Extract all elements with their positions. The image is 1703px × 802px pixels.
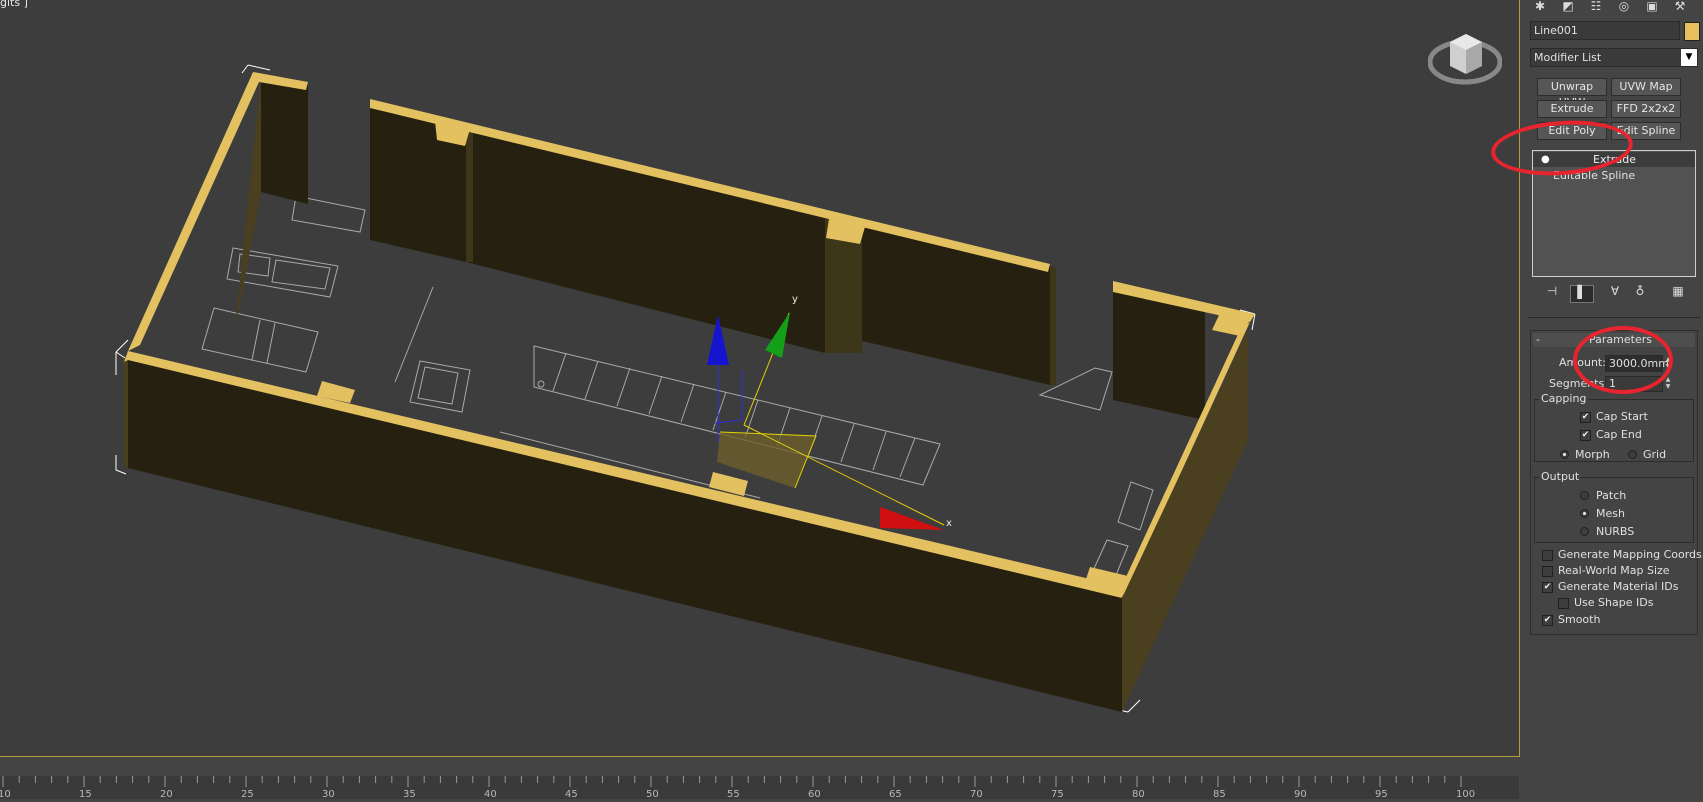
smooth-label: Smooth bbox=[1558, 613, 1601, 626]
ruler-label: 40 bbox=[484, 789, 497, 799]
ruler-label: 25 bbox=[241, 789, 254, 799]
generate-material-ids-checkbox[interactable]: ✔ bbox=[1542, 582, 1553, 593]
use-shape-ids-checkbox[interactable] bbox=[1558, 598, 1569, 609]
utilities-icon[interactable]: ⚒ bbox=[1669, 0, 1691, 14]
object-name-field[interactable]: Line001 bbox=[1530, 21, 1680, 40]
generate-mapping-coords-label: Generate Mapping Coords. bbox=[1558, 548, 1703, 561]
modifier-button-uvw-map[interactable]: UVW Map bbox=[1611, 78, 1681, 96]
patch-radio[interactable] bbox=[1580, 491, 1589, 500]
ruler-label: 50 bbox=[646, 789, 659, 799]
rollout-toggle[interactable]: - bbox=[1536, 333, 1540, 346]
morph-radio[interactable] bbox=[1560, 450, 1569, 459]
grid-radio[interactable] bbox=[1628, 450, 1637, 459]
ruler-label: 30 bbox=[322, 789, 335, 799]
chevron-down-icon: ▼ bbox=[1681, 49, 1697, 66]
ruler-label: 20 bbox=[160, 789, 173, 799]
object-color-swatch[interactable] bbox=[1684, 22, 1700, 41]
ruler-label: 15 bbox=[79, 789, 92, 799]
make-unique-icon[interactable]: ∀ bbox=[1604, 285, 1626, 301]
divider bbox=[1528, 317, 1700, 318]
display-icon[interactable]: ▣ bbox=[1641, 0, 1663, 14]
nurbs-label: NURBS bbox=[1596, 525, 1635, 538]
output-title: Output bbox=[1539, 470, 1582, 483]
remove-modifier-icon[interactable]: ♁ bbox=[1629, 285, 1651, 301]
capping-group: Capping ✔ Cap Start ✔ Cap End Morph Grid bbox=[1534, 392, 1694, 462]
modifier-list-label: Modifier List bbox=[1534, 51, 1602, 64]
patch-label: Patch bbox=[1596, 489, 1627, 502]
create-icon[interactable]: ✱ bbox=[1529, 0, 1551, 14]
ruler-label: 70 bbox=[970, 789, 983, 799]
hierarchy-icon[interactable]: ☷ bbox=[1585, 0, 1607, 14]
morph-label: Morph bbox=[1575, 448, 1610, 461]
command-panel: ✱ ◩ ☷ ◎ ▣ ⚒ Line001 Modifier List ▼ Unwrap UV… bbox=[1489, 0, 1703, 799]
ruler-label: 45 bbox=[565, 789, 578, 799]
scene-3d: x y bbox=[115, 64, 1256, 713]
cap-start-checkbox[interactable]: ✔ bbox=[1580, 412, 1591, 423]
ruler-label: 75 bbox=[1051, 789, 1064, 799]
timeline-ruler[interactable]: 10 15 20 25 30 35 40 45 50 55 60 65 70 75 80 85 90 95 100 bbox=[0, 776, 1519, 800]
ruler-label: 80 bbox=[1132, 789, 1145, 799]
nurbs-radio[interactable] bbox=[1580, 527, 1589, 536]
capping-title: Capping bbox=[1539, 392, 1589, 405]
viewcube-icon[interactable] bbox=[1428, 22, 1502, 86]
grid-label: Grid bbox=[1643, 448, 1667, 461]
modifier-button-ffd-2x2x2[interactable]: FFD 2x2x2 bbox=[1611, 100, 1681, 118]
cap-end-label: Cap End bbox=[1596, 428, 1642, 441]
ruler-label: 90 bbox=[1294, 789, 1307, 799]
modifier-list-dropdown[interactable]: Modifier List ▼ bbox=[1530, 48, 1698, 67]
modify-icon[interactable]: ◩ bbox=[1557, 0, 1579, 14]
ruler-label: 35 bbox=[403, 789, 416, 799]
configure-sets-icon[interactable]: ▦ bbox=[1667, 285, 1689, 301]
ruler-label: 10 bbox=[0, 789, 11, 799]
gizmo-y-label: y bbox=[792, 294, 798, 305]
modifier-button-unwrap-uvw[interactable]: Unwrap UVW bbox=[1537, 78, 1607, 109]
mesh-label: Mesh bbox=[1596, 507, 1625, 520]
real-world-map-size-checkbox[interactable] bbox=[1542, 566, 1553, 577]
generate-material-ids-label: Generate Material IDs bbox=[1558, 580, 1679, 593]
front-walls bbox=[124, 330, 1248, 712]
perspective-viewport[interactable]: gits ] x y bbox=[0, 0, 1520, 757]
mesh-radio[interactable] bbox=[1580, 509, 1589, 518]
modifier-button-extrude[interactable]: Extrude bbox=[1537, 100, 1607, 118]
show-end-result-icon[interactable]: ▌ bbox=[1570, 285, 1594, 303]
cap-end-checkbox[interactable]: ✔ bbox=[1580, 430, 1591, 441]
gizmo-x-label: x bbox=[946, 518, 952, 529]
cap-start-label: Cap Start bbox=[1596, 410, 1648, 423]
segments-spinner[interactable]: ▲ ▼ bbox=[1665, 376, 1671, 392]
generate-mapping-coords-checkbox[interactable] bbox=[1542, 550, 1553, 561]
back-walls bbox=[235, 76, 1205, 420]
annotation-circle-amount bbox=[1573, 326, 1673, 394]
ruler-label: 85 bbox=[1213, 789, 1226, 799]
ruler-label: 60 bbox=[808, 789, 821, 799]
smooth-checkbox[interactable]: ✔ bbox=[1542, 615, 1553, 626]
use-shape-ids-label: Use Shape IDs bbox=[1574, 596, 1654, 609]
real-world-map-size-label: Real-World Map Size bbox=[1558, 564, 1670, 577]
pin-stack-icon[interactable]: ⊣ bbox=[1541, 285, 1563, 301]
ruler-label: 55 bbox=[727, 789, 740, 799]
ruler-label: 95 bbox=[1375, 789, 1388, 799]
ruler-label: 65 bbox=[889, 789, 902, 799]
ruler-label: 100 bbox=[1456, 789, 1475, 799]
output-group: Output Patch Mesh NURBS bbox=[1534, 470, 1694, 543]
motion-icon[interactable]: ◎ bbox=[1613, 0, 1635, 14]
